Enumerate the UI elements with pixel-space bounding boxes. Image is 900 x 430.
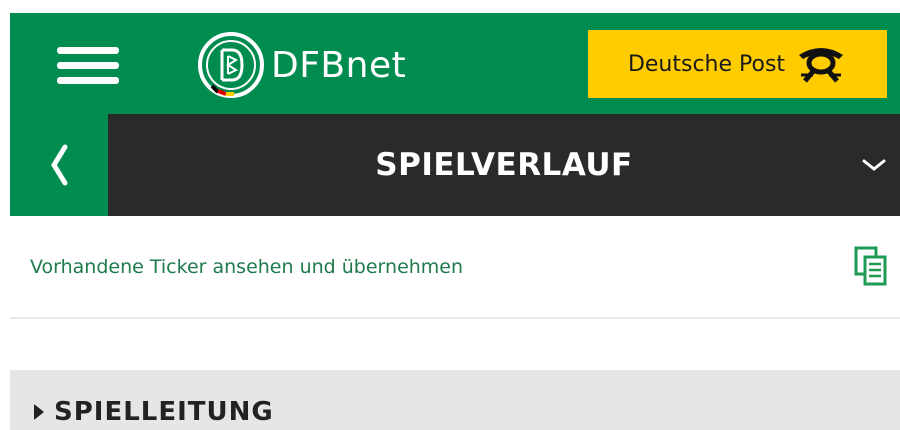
brand-name: DFBnet — [271, 44, 407, 86]
section-label: SPIELLEITUNG — [54, 397, 274, 427]
view-ticker-row[interactable]: Vorhandene Ticker ansehen und übernehmen — [10, 216, 900, 319]
copy-document-icon[interactable] — [854, 246, 888, 286]
caret-right-icon — [34, 404, 44, 420]
sponsor-label: Deutsche Post — [627, 51, 786, 77]
section-spielleitung[interactable]: SPIELLEITUNG — [10, 370, 900, 430]
post-horn-icon — [799, 48, 844, 83]
dfbnet-logo[interactable]: DFBnet — [196, 30, 406, 100]
page-title: SPIELVERLAUF — [375, 147, 633, 183]
title-bar: SPIELVERLAUF — [10, 114, 900, 216]
back-button[interactable] — [10, 114, 108, 216]
view-ticker-link[interactable]: Vorhandene Ticker ansehen und übernehmen — [30, 216, 463, 317]
hamburger-menu-icon[interactable] — [57, 43, 123, 89]
chevron-down-icon[interactable] — [862, 157, 886, 173]
app-header: DFBnet Deutsche Post — [10, 13, 900, 114]
dfb-emblem-icon — [198, 32, 264, 98]
deutsche-post-sponsor[interactable]: Deutsche Post — [588, 30, 887, 98]
chevron-left-icon — [51, 144, 68, 186]
